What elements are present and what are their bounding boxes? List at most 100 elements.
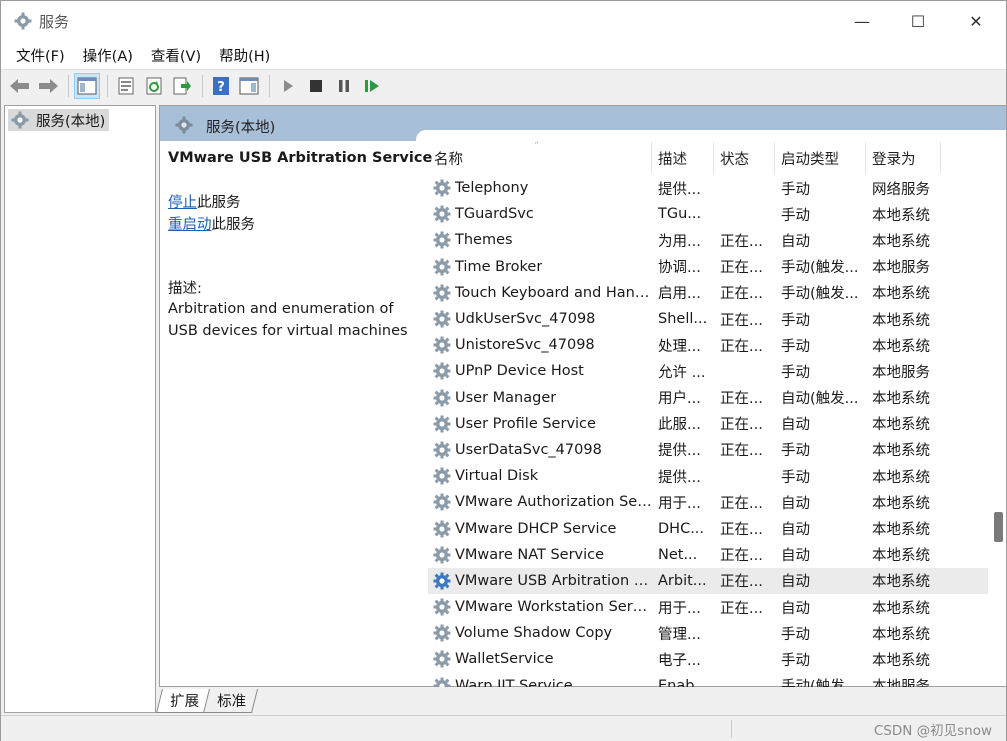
column-name-label: 名称 xyxy=(434,151,463,168)
table-row[interactable]: Time Broker 协调... 正在... 手动(触发... 本地服务 xyxy=(428,254,988,280)
service-gear-icon xyxy=(433,205,451,223)
table-row[interactable]: Volume Shadow Copy 管理... 手动 本地系统 xyxy=(428,620,988,646)
service-name-cell: Warp JIT Service xyxy=(428,676,652,687)
title-bar: 服务 — ☐ ✕ xyxy=(1,1,1006,41)
toolbar-separator xyxy=(68,74,69,97)
table-row[interactable]: TGuardSvc TGu... 手动 本地系统 xyxy=(428,201,988,227)
service-description-cell: Net... xyxy=(658,546,698,563)
restart-service-link[interactable]: 重启动 xyxy=(168,217,212,233)
table-row[interactable]: VMware Authorization Ser... 用于... 正在... 自动 本… xyxy=(428,489,988,515)
service-status-cell: 正在... xyxy=(720,312,763,329)
service-gear-icon xyxy=(433,598,451,616)
forward-button[interactable] xyxy=(35,73,61,99)
stop-service-button[interactable] xyxy=(303,73,329,99)
menu-bar: 文件(F) 操作(A) 查看(V) 帮助(H) xyxy=(1,41,1006,69)
table-row[interactable]: VMware USB Arbitration S... Arbit... 正在...… xyxy=(428,567,988,594)
service-log-on-as-cell: 本地系统 xyxy=(872,548,930,565)
service-log-on-as-cell: 本地系统 xyxy=(872,286,930,303)
column-name[interactable]: 名称 ˄ xyxy=(428,142,652,174)
service-actions: 停止此服务 重启动此服务 xyxy=(168,192,418,236)
properties-button[interactable] xyxy=(113,73,139,99)
resume-service-icon xyxy=(365,79,379,92)
stop-action: 停止此服务 xyxy=(168,192,418,214)
column-description-label: 描述 xyxy=(658,151,687,168)
column-startup-type[interactable]: 启动类型 xyxy=(775,142,866,174)
service-startup-type-cell: 手动(触发... xyxy=(775,675,866,687)
show-hide-tree-button[interactable] xyxy=(74,72,100,99)
minimize-button[interactable]: — xyxy=(839,7,885,35)
column-description[interactable]: 描述 xyxy=(652,142,714,174)
status-bar: CSDN @初见snow xyxy=(1,715,1006,741)
pause-service-icon xyxy=(339,79,349,92)
table-row[interactable]: User Manager 用户... 正在... 自动(触发... 本地系统 xyxy=(428,385,988,411)
table-row[interactable]: Telephony 提供... 手动 网络服务 xyxy=(428,175,988,201)
export-list-button[interactable] xyxy=(169,73,195,99)
menu-action[interactable]: 操作(A) xyxy=(74,43,142,68)
toolbar-separator xyxy=(107,74,108,97)
column-log-on-as[interactable]: 登录为 xyxy=(866,142,941,174)
column-status[interactable]: 状态 xyxy=(714,142,775,174)
close-button[interactable]: ✕ xyxy=(953,7,999,35)
table-row[interactable]: VMware Workstation Server 用于... 正在... 自动 本地系… xyxy=(428,594,988,620)
table-row[interactable]: Warp JIT Service Enab... 手动(触发...本地服务 xyxy=(428,673,988,687)
table-row[interactable]: User Profile Service 此服... 正在... 自动 本地系统 xyxy=(428,411,988,437)
scrollbar-thumb[interactable] xyxy=(994,512,1003,542)
console-tree: 服务(本地) xyxy=(4,105,156,713)
service-startup-type-cell: 手动(触发... xyxy=(781,286,859,303)
service-startup-type-cell: 自动 xyxy=(781,600,810,617)
service-name: UnistoreSvc_47098 xyxy=(455,337,595,354)
menu-help[interactable]: 帮助(H) xyxy=(210,43,279,68)
service-name-cell: VMware Authorization Ser... xyxy=(428,492,652,512)
pause-service-button[interactable] xyxy=(331,73,357,99)
table-row[interactable]: Virtual Disk 提供... 手动 本地系统 xyxy=(428,463,988,489)
tree-item-label: 服务(本地) xyxy=(36,113,106,130)
menu-file[interactable]: 文件(F) xyxy=(7,43,74,68)
service-name: TGuardSvc xyxy=(455,206,534,223)
service-status-cell: 正在... xyxy=(720,495,763,512)
service-log-on-as-cell: 本地系统 xyxy=(872,522,930,539)
service-gear-icon xyxy=(433,677,451,687)
table-row[interactable]: WalletService 电子... 手动 本地系统 xyxy=(428,646,988,672)
maximize-button[interactable]: ☐ xyxy=(895,7,941,35)
resume-service-button[interactable] xyxy=(359,73,385,99)
action-pane-button[interactable] xyxy=(236,73,262,99)
menu-view[interactable]: 查看(V) xyxy=(142,43,210,68)
table-row[interactable]: UserDataSvc_47098 提供... 正在... 手动 本地系统 xyxy=(428,437,988,463)
tree-item-services-local[interactable]: 服务(本地) xyxy=(8,109,110,131)
services-list: 名称 ˄ 描述 状态 启动类型 登录为 Telephony 提供... 手动 网络服务… xyxy=(428,142,988,687)
refresh-button[interactable] xyxy=(141,73,167,99)
help-button[interactable]: ? xyxy=(208,73,234,99)
table-row[interactable]: UPnP Device Host 允许 ... 手动 本地服务 xyxy=(428,358,988,384)
show-hide-console-tree-icon xyxy=(77,77,97,94)
back-button[interactable] xyxy=(7,73,33,99)
service-log-on-as-cell: 本地系统 xyxy=(872,626,930,643)
column-startup-type-label: 启动类型 xyxy=(781,151,839,168)
service-description-cell: 管理... xyxy=(658,626,701,643)
service-log-on-as-cell: 本地系统 xyxy=(872,469,930,486)
list-rows: Telephony 提供... 手动 网络服务 TGuardSvc TGu... 手动 本地系… xyxy=(428,175,988,687)
service-gear-icon xyxy=(433,467,451,485)
service-gear-icon xyxy=(433,389,451,407)
service-description-cell: 提供... xyxy=(658,469,701,486)
vertical-scrollbar[interactable] xyxy=(992,142,1004,686)
table-row[interactable]: UnistoreSvc_47098 处理... 正在... 手动 本地系统 xyxy=(428,332,988,358)
table-row[interactable]: VMware NAT Service Net... 正在... 自动 本地系统 xyxy=(428,542,988,568)
tab-standard[interactable]: 标准 xyxy=(203,689,258,713)
service-name-cell: WalletService xyxy=(428,649,652,669)
services-window: 服务 — ☐ ✕ 文件(F) 操作(A) 查看(V) 帮助(H) ? 服务(本地… xyxy=(0,0,1007,741)
service-log-on-as-cell: 本地系统 xyxy=(872,391,930,408)
properties-icon xyxy=(118,77,134,94)
service-gear-icon xyxy=(433,336,451,354)
stop-service-link[interactable]: 停止 xyxy=(168,195,197,211)
service-name-cell: VMware DHCP Service xyxy=(428,519,652,539)
service-name-cell: TGuardSvc xyxy=(428,204,652,224)
service-startup-type-cell: 手动 xyxy=(781,652,810,669)
table-row[interactable]: UdkUserSvc_47098 Shell... 正在... 手动 本地系统 xyxy=(428,306,988,332)
table-row[interactable]: Touch Keyboard and Hand... 启用... 正在... 手动(触… xyxy=(428,280,988,306)
table-row[interactable]: Themes 为用... 正在... 自动 本地系统 xyxy=(428,227,988,253)
sort-ascending-icon: ˄ xyxy=(534,142,539,152)
start-service-button[interactable] xyxy=(275,73,301,99)
table-row[interactable]: VMware DHCP Service DHC... 正在... 自动 本地系统 xyxy=(428,515,988,541)
service-name: Virtual Disk xyxy=(455,468,539,485)
restart-suffix: 此服务 xyxy=(211,217,256,233)
